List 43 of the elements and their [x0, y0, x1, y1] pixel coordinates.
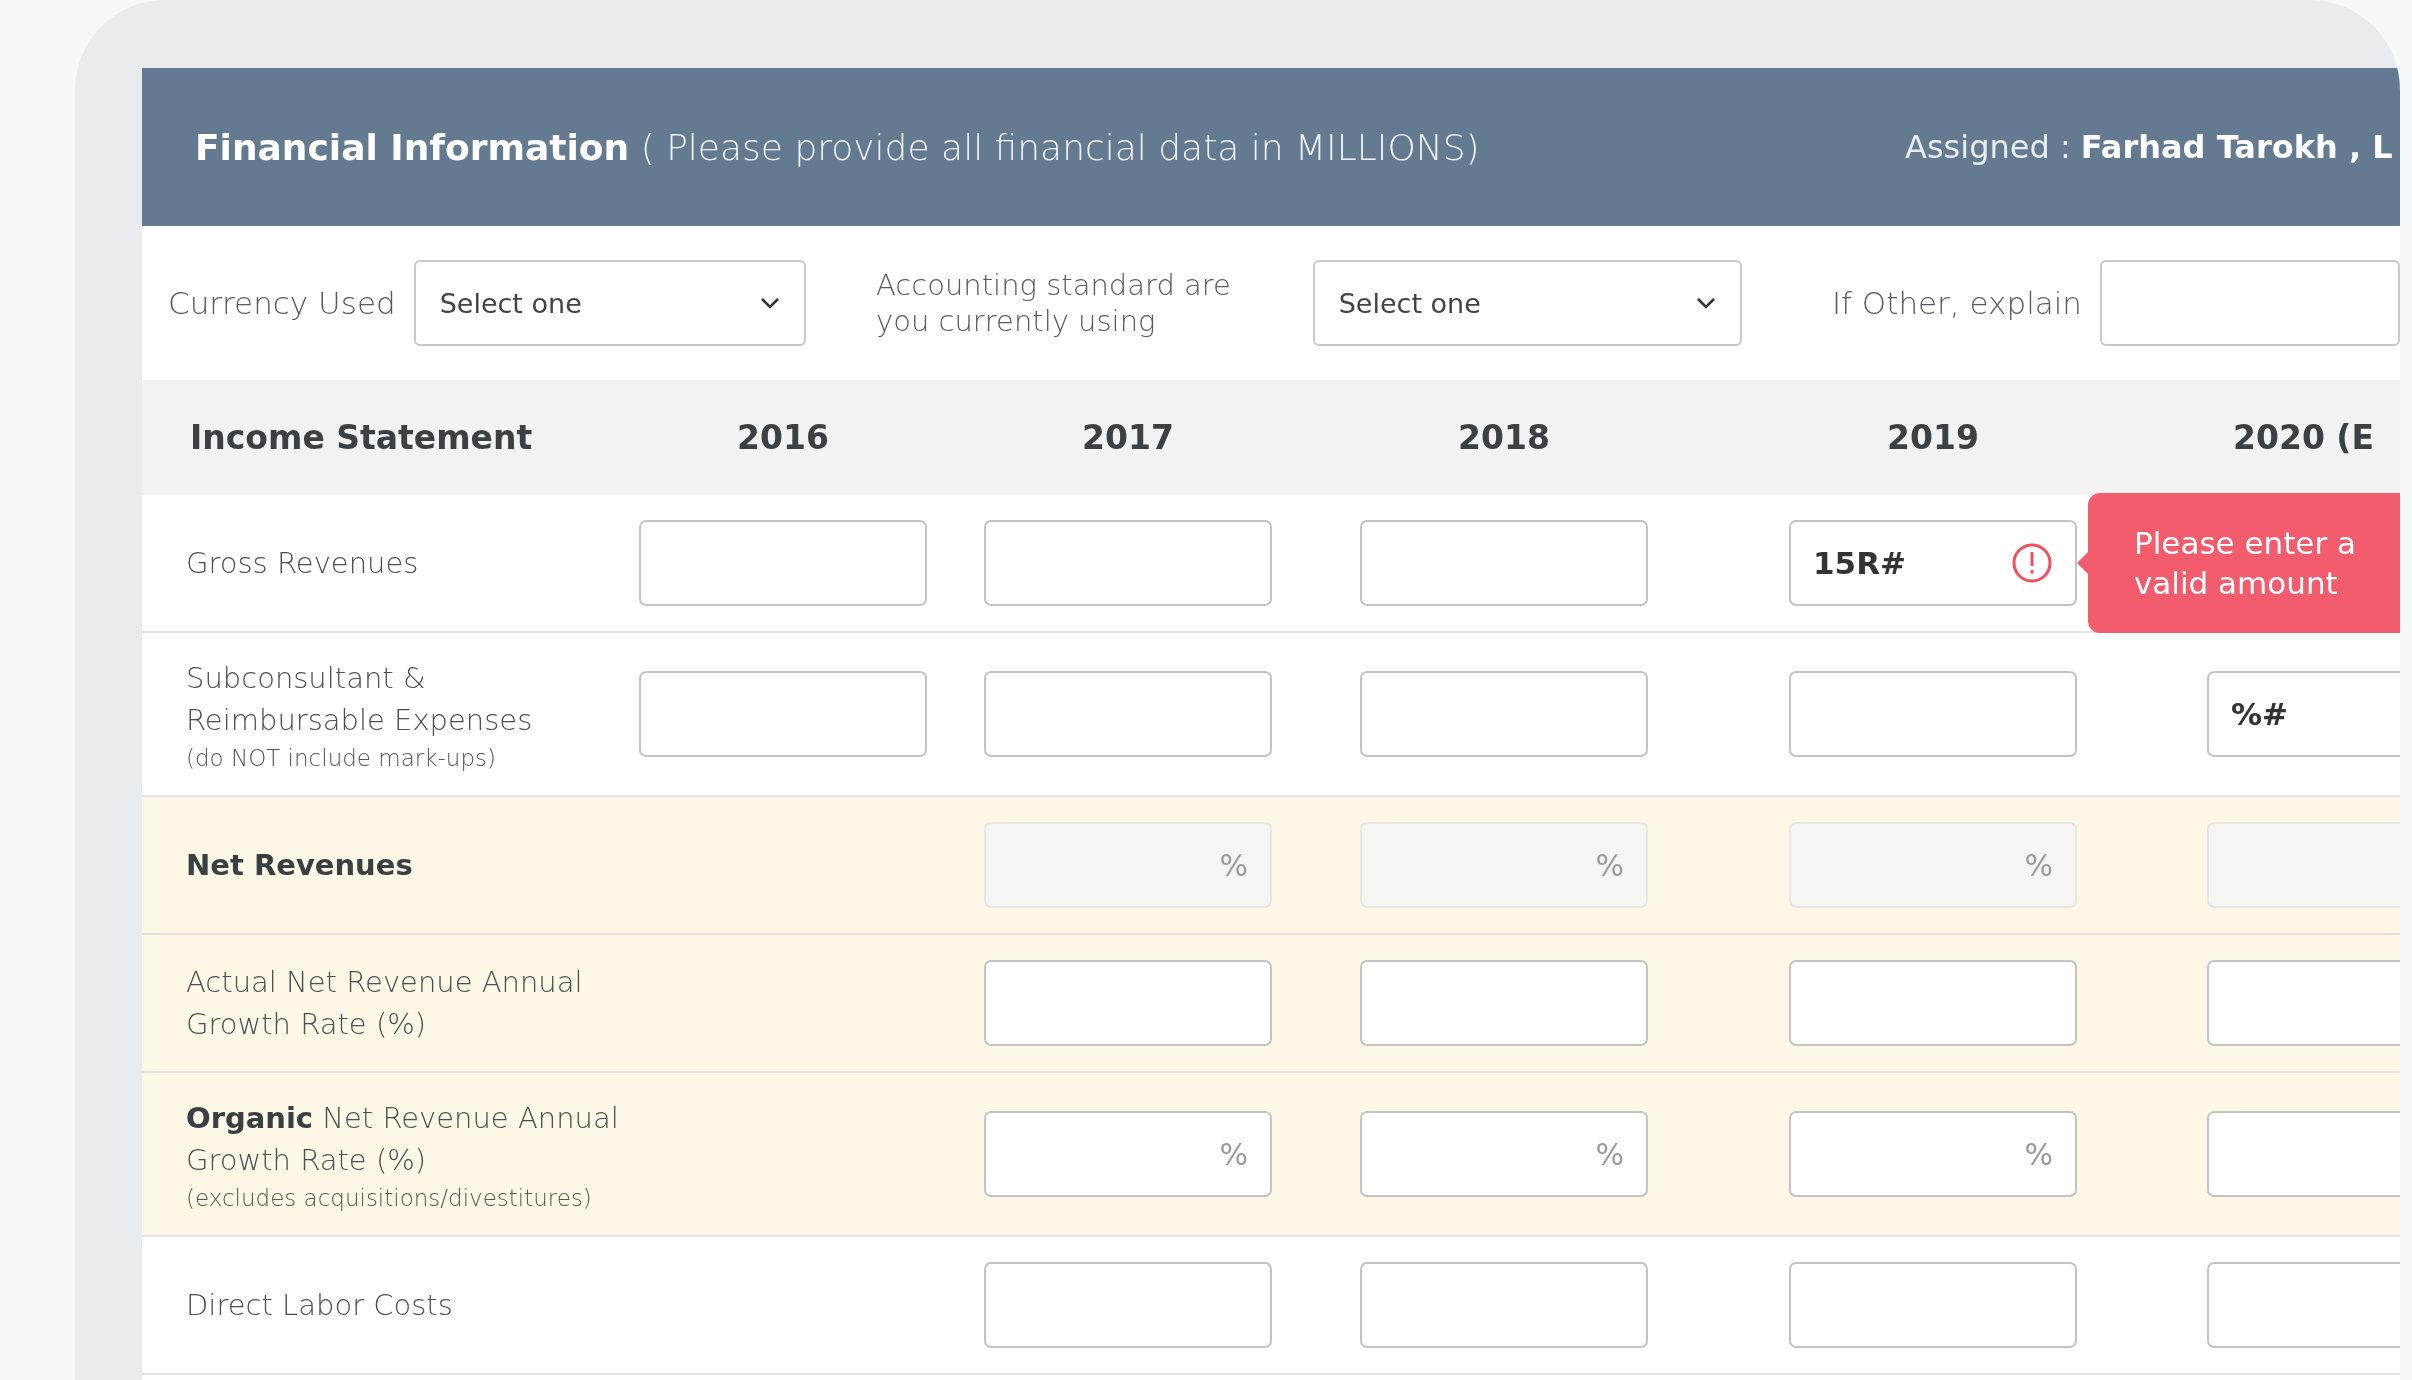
amount-field[interactable]: [984, 1262, 1272, 1349]
amount-field[interactable]: [984, 960, 1272, 1047]
amount-field[interactable]: 15R#: [1789, 520, 2077, 606]
field-label: Accounting standard are you currently using: [876, 266, 1232, 340]
field-label: If Other, explain: [1831, 285, 2082, 321]
row-label: Gross Revenues: [186, 544, 419, 582]
row-note: (excludes acquisitions/divestitures): [186, 1185, 592, 1212]
assigned-text: Assigned : Farhad Tarokh , L: [1905, 128, 2393, 166]
text-field[interactable]: [2100, 260, 2400, 346]
amount-field[interactable]: [984, 520, 1272, 606]
column-header: 2019: [1886, 418, 1980, 457]
amount-field[interactable]: [1789, 1262, 2077, 1349]
table-title: Income Statement: [189, 418, 533, 457]
select-dropdown[interactable]: Select one: [1312, 260, 1742, 346]
amount-field[interactable]: %#: [2207, 671, 2400, 758]
row-label: Net Revenues: [186, 847, 413, 885]
row-label: Direct Labor Costs: [186, 1287, 453, 1325]
amount-field[interactable]: [639, 671, 927, 758]
column-header: 2017: [1081, 418, 1175, 457]
chevron-down-icon: [760, 297, 781, 309]
chevron-down-icon: [1695, 297, 1716, 309]
error-tooltip: Please enter a valid amount: [2088, 493, 2400, 633]
field-label: Currency Used: [168, 285, 396, 321]
select-dropdown[interactable]: Select one: [413, 260, 807, 346]
amount-field[interactable]: [1789, 960, 2077, 1047]
section-title: Financial Information ( Please provide all financial data in MILLIONS): [195, 126, 1481, 168]
row-label: Subconsultant & Reimbursable Expenses: [186, 660, 534, 740]
amount-field[interactable]: [1360, 520, 1648, 606]
amount-field[interactable]: %: [1789, 1111, 2077, 1198]
amount-field[interactable]: [1789, 671, 2077, 758]
amount-field[interactable]: [1360, 1262, 1648, 1349]
row-label: Organic Net Revenue Annual Growth Rate (%): [186, 1100, 619, 1180]
amount-field[interactable]: [984, 671, 1272, 758]
amount-field[interactable]: %: [984, 1111, 1272, 1198]
amount-field[interactable]: [639, 520, 927, 606]
column-header: 2018: [1457, 418, 1551, 457]
row-note: (do NOT include mark-ups): [186, 745, 496, 772]
row-label: Actual Net Revenue Annual Growth Rate (%): [186, 964, 584, 1044]
amount-field[interactable]: [1360, 671, 1648, 758]
column-header: 2016: [736, 418, 830, 457]
amount-field[interactable]: [1360, 960, 1648, 1047]
column-header: 2020 (E: [2232, 418, 2375, 457]
amount-field[interactable]: %: [1360, 1111, 1648, 1198]
